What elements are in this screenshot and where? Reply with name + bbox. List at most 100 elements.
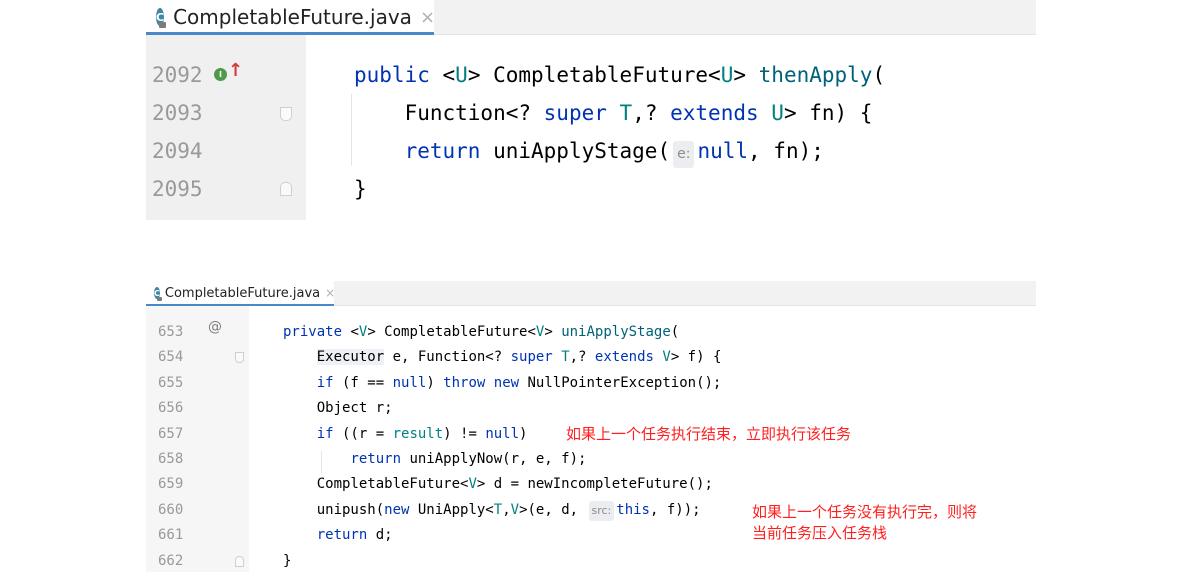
annotation-comment: 如果上一个任务没有执行完，则将 [752, 503, 978, 521]
code-line[interactable]: 662} [146, 549, 1036, 574]
line-number: 656 [158, 400, 184, 417]
tab-filename: CompletableFuture.java [173, 5, 412, 29]
code-text: return uniApplyNow(r, e, f); [283, 447, 586, 472]
code-token: unipush( [283, 501, 385, 518]
code-token: throw [443, 374, 486, 391]
code-token: CompletableFuture< [283, 476, 469, 493]
implements-icon[interactable]: I [214, 68, 227, 81]
code-line[interactable]: 659 CompletableFuture<V> d = newIncomple… [146, 472, 1036, 497]
line-number: 658 [158, 451, 184, 467]
bottom-editor-panel: C CompletableFuture.java × 652 653 privat… [146, 281, 1036, 572]
line-number: 2092 [152, 63, 203, 87]
line-number: 659 [158, 476, 184, 493]
lock-icon [156, 297, 162, 301]
code-line[interactable]: 658 return uniApplyNow(r, e, f); [146, 447, 1036, 472]
code-token: ,? [632, 101, 671, 125]
code-text: public <U> CompletableFuture<U> thenAppl… [354, 56, 885, 94]
code-token: U [771, 101, 784, 125]
parameter-hint: src: [588, 500, 615, 521]
code-token: , fn); [748, 139, 824, 163]
code-token: Executor [316, 349, 385, 366]
code-token: < [342, 324, 359, 340]
code-token: } [354, 177, 367, 201]
code-token: (f == [333, 374, 393, 391]
code-token: extends [594, 349, 654, 366]
code-text: unipush(new UniApply<T,V>(e, d, src: this… [283, 498, 701, 523]
fold-marker-icon[interactable] [280, 182, 292, 196]
code-text: private <V> CompletableFuture<V> uniAppl… [283, 320, 679, 345]
code-token: null [392, 374, 427, 391]
lock-icon [159, 22, 167, 28]
top-file-tab[interactable]: C CompletableFuture.java × [146, 0, 435, 35]
code-token: > CompletableFuture< [367, 324, 536, 340]
annotation-comment: 如果上一个任务执行结束，立即执行该任务 [566, 425, 852, 443]
code-token: ( [670, 324, 680, 340]
code-token: T [619, 101, 633, 125]
code-token: T [493, 501, 503, 518]
fold-marker-icon[interactable] [235, 556, 244, 567]
code-line[interactable]: 656 Object r; [146, 396, 1036, 421]
code-token: extends [670, 101, 759, 125]
code-token: T [561, 349, 570, 366]
line-number: 655 [158, 374, 184, 391]
code-line[interactable]: 2092 public <U> CompletableFuture<U> then… [146, 56, 1036, 94]
line-number: 661 [158, 527, 184, 544]
code-line[interactable]: 654 Executor e, Function<? super T,? ext… [146, 345, 1036, 370]
code-token: ,? [569, 349, 595, 366]
code-token: uniApplyStage [561, 324, 671, 340]
code-token: return [350, 451, 402, 467]
code-line[interactable]: 653 private <V> CompletableFuture<V> uniA… [146, 320, 1036, 345]
partial-line: 652 [146, 306, 1036, 312]
code-token: > d = newIncompleteFuture(); [476, 476, 713, 493]
code-token: V [468, 476, 477, 493]
code-text: Executor e, Function<? super T,? extends… [283, 345, 721, 370]
code-token: , f)); [649, 501, 701, 518]
code-token: UniApply< [409, 501, 494, 518]
code-token: return [316, 527, 368, 544]
code-token: > [544, 324, 562, 340]
close-icon[interactable]: × [325, 286, 335, 300]
bottom-file-tab[interactable]: C CompletableFuture.java × [146, 281, 335, 306]
code-token: >(e, d, [519, 501, 587, 518]
code-token: < [442, 63, 456, 87]
override-at-icon[interactable]: @ [208, 319, 222, 335]
partial-line: 2091 [146, 35, 1036, 45]
code-token: super [543, 101, 607, 125]
code-line[interactable]: 2094 return uniApplyStage(e: null, fn); [146, 132, 1036, 170]
code-line[interactable]: 655 if (f == null) throw new NullPointer… [146, 371, 1036, 396]
code-token: uniApplyNow(r, e, f); [401, 451, 587, 467]
code-text: } [283, 549, 291, 574]
code-token: thenApply [758, 63, 873, 87]
code-token: this [616, 501, 650, 518]
code-token: d; [367, 527, 393, 544]
top-tab-bar: C CompletableFuture.java × [146, 0, 1036, 35]
java-class-icon: C [156, 8, 167, 28]
java-class-icon: C [154, 287, 162, 301]
close-icon[interactable]: × [420, 7, 435, 28]
code-token: e, Function<? [384, 349, 511, 366]
code-text: } [354, 170, 367, 208]
bottom-tab-bar: C CompletableFuture.java × [146, 281, 1036, 306]
code-token: U [455, 63, 468, 87]
annotation-comment: 当前任务压入任务栈 [752, 524, 888, 542]
fold-marker-icon[interactable] [280, 107, 292, 121]
code-token: U [720, 63, 734, 87]
code-token: ) [519, 425, 528, 442]
code-text: CompletableFuture<V> d = newIncompleteFu… [283, 472, 713, 497]
code-line[interactable]: 661 return d; [146, 523, 1036, 548]
code-token: > CompletableFuture< [467, 63, 721, 87]
line-number: 2094 [152, 139, 203, 163]
code-token: Object r; [283, 400, 393, 417]
code-token: new [493, 374, 520, 391]
code-token: > f) { [670, 349, 722, 366]
line-number: 657 [158, 425, 184, 442]
code-token: uniApplyStage( [480, 139, 671, 163]
fold-marker-icon[interactable] [235, 352, 244, 363]
code-text: Function<? super T,? extends U> fn) { [354, 94, 873, 132]
code-token: Function<? [354, 101, 544, 125]
